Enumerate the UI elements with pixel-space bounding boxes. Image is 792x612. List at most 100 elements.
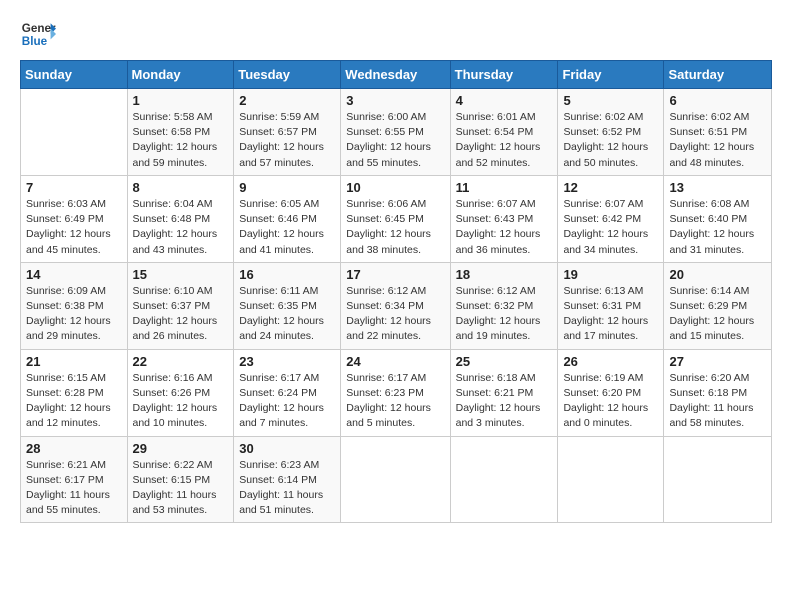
page-header: General Blue: [20, 16, 772, 52]
day-number: 14: [26, 267, 122, 282]
day-number: 19: [563, 267, 658, 282]
day-number: 9: [239, 180, 335, 195]
day-number: 20: [669, 267, 766, 282]
day-header-wednesday: Wednesday: [341, 61, 450, 89]
calendar-cell: 20 Sunrise: 6:14 AMSunset: 6:29 PMDayligh…: [664, 262, 772, 349]
day-info: Sunrise: 5:59 AMSunset: 6:57 PMDaylight:…: [239, 110, 335, 171]
day-number: 27: [669, 354, 766, 369]
calendar-cell: [558, 436, 664, 523]
day-info: Sunrise: 6:02 AMSunset: 6:51 PMDaylight:…: [669, 110, 766, 171]
day-header-sunday: Sunday: [21, 61, 128, 89]
day-number: 18: [456, 267, 553, 282]
calendar-cell: 26 Sunrise: 6:19 AMSunset: 6:20 PMDayligh…: [558, 349, 664, 436]
day-info: Sunrise: 6:16 AMSunset: 6:26 PMDaylight:…: [133, 371, 229, 432]
day-number: 22: [133, 354, 229, 369]
calendar-cell: 3 Sunrise: 6:00 AMSunset: 6:55 PMDaylight…: [341, 89, 450, 176]
day-info: Sunrise: 5:58 AMSunset: 6:58 PMDaylight:…: [133, 110, 229, 171]
calendar-cell: 7 Sunrise: 6:03 AMSunset: 6:49 PMDaylight…: [21, 175, 128, 262]
day-number: 3: [346, 93, 444, 108]
calendar-cell: 25 Sunrise: 6:18 AMSunset: 6:21 PMDayligh…: [450, 349, 558, 436]
calendar-cell: 2Sunrise: 5:59 AMSunset: 6:57 PMDaylight…: [234, 89, 341, 176]
calendar-body: 1 Sunrise: 5:58 AMSunset: 6:58 PMDaylight…: [21, 89, 772, 523]
calendar-week-row: 14 Sunrise: 6:09 AMSunset: 6:38 PMDayligh…: [21, 262, 772, 349]
day-number: 15: [133, 267, 229, 282]
day-header-friday: Friday: [558, 61, 664, 89]
day-header-monday: Monday: [127, 61, 234, 89]
day-info: Sunrise: 6:17 AMSunset: 6:23 PMDaylight:…: [346, 371, 444, 432]
logo: General Blue: [20, 16, 56, 52]
calendar-header-row: SundayMondayTuesdayWednesdayThursdayFrid…: [21, 61, 772, 89]
calendar-cell: 5 Sunrise: 6:02 AMSunset: 6:52 PMDaylight…: [558, 89, 664, 176]
day-number: 10: [346, 180, 444, 195]
day-number: 7: [26, 180, 122, 195]
calendar-cell: 21Sunrise: 6:15 AMSunset: 6:28 PMDayligh…: [21, 349, 128, 436]
day-number: 5: [563, 93, 658, 108]
calendar-cell: 8 Sunrise: 6:04 AMSunset: 6:48 PMDaylight…: [127, 175, 234, 262]
calendar-cell: [450, 436, 558, 523]
day-number: 29: [133, 441, 229, 456]
calendar-cell: 4 Sunrise: 6:01 AMSunset: 6:54 PMDaylight…: [450, 89, 558, 176]
day-info: Sunrise: 6:12 AMSunset: 6:34 PMDaylight:…: [346, 284, 444, 345]
day-info: Sunrise: 6:09 AMSunset: 6:38 PMDaylight:…: [26, 284, 122, 345]
day-info: Sunrise: 6:10 AMSunset: 6:37 PMDaylight:…: [133, 284, 229, 345]
day-number: 1: [133, 93, 229, 108]
calendar-week-row: 7 Sunrise: 6:03 AMSunset: 6:49 PMDaylight…: [21, 175, 772, 262]
calendar-cell: [21, 89, 128, 176]
calendar-cell: 27 Sunrise: 6:20 AMSunset: 6:18 PMDayligh…: [664, 349, 772, 436]
day-info: Sunrise: 6:04 AMSunset: 6:48 PMDaylight:…: [133, 197, 229, 258]
calendar-cell: 12Sunrise: 6:07 AMSunset: 6:42 PMDayligh…: [558, 175, 664, 262]
day-number: 11: [456, 180, 553, 195]
calendar-cell: 17 Sunrise: 6:12 AMSunset: 6:34 PMDayligh…: [341, 262, 450, 349]
calendar-cell: 18 Sunrise: 6:12 AMSunset: 6:32 PMDayligh…: [450, 262, 558, 349]
day-info: Sunrise: 6:17 AMSunset: 6:24 PMDaylight:…: [239, 371, 335, 432]
day-number: 21: [26, 354, 122, 369]
day-info: Sunrise: 6:22 AMSunset: 6:15 PMDaylight:…: [133, 458, 229, 519]
day-info: Sunrise: 6:14 AMSunset: 6:29 PMDaylight:…: [669, 284, 766, 345]
day-info: Sunrise: 6:21 AMSunset: 6:17 PMDaylight:…: [26, 458, 122, 519]
day-info: Sunrise: 6:00 AMSunset: 6:55 PMDaylight:…: [346, 110, 444, 171]
day-info: Sunrise: 6:18 AMSunset: 6:21 PMDaylight:…: [456, 371, 553, 432]
day-info: Sunrise: 6:07 AMSunset: 6:43 PMDaylight:…: [456, 197, 553, 258]
calendar-cell: 15 Sunrise: 6:10 AMSunset: 6:37 PMDayligh…: [127, 262, 234, 349]
day-number: 13: [669, 180, 766, 195]
day-header-tuesday: Tuesday: [234, 61, 341, 89]
day-number: 17: [346, 267, 444, 282]
day-number: 8: [133, 180, 229, 195]
calendar-cell: 16Sunrise: 6:11 AMSunset: 6:35 PMDayligh…: [234, 262, 341, 349]
day-number: 24: [346, 354, 444, 369]
day-info: Sunrise: 6:19 AMSunset: 6:20 PMDaylight:…: [563, 371, 658, 432]
calendar-cell: 28 Sunrise: 6:21 AMSunset: 6:17 PMDayligh…: [21, 436, 128, 523]
day-info: Sunrise: 6:06 AMSunset: 6:45 PMDaylight:…: [346, 197, 444, 258]
calendar-cell: 11 Sunrise: 6:07 AMSunset: 6:43 PMDayligh…: [450, 175, 558, 262]
calendar-table: SundayMondayTuesdayWednesdayThursdayFrid…: [20, 60, 772, 523]
calendar-cell: 30 Sunrise: 6:23 AMSunset: 6:14 PMDayligh…: [234, 436, 341, 523]
day-info: Sunrise: 6:12 AMSunset: 6:32 PMDaylight:…: [456, 284, 553, 345]
calendar-cell: 10 Sunrise: 6:06 AMSunset: 6:45 PMDayligh…: [341, 175, 450, 262]
calendar-week-row: 1 Sunrise: 5:58 AMSunset: 6:58 PMDaylight…: [21, 89, 772, 176]
calendar-cell: 23 Sunrise: 6:17 AMSunset: 6:24 PMDayligh…: [234, 349, 341, 436]
day-number: 26: [563, 354, 658, 369]
day-info: Sunrise: 6:01 AMSunset: 6:54 PMDaylight:…: [456, 110, 553, 171]
calendar-cell: 13 Sunrise: 6:08 AMSunset: 6:40 PMDayligh…: [664, 175, 772, 262]
day-info: Sunrise: 6:08 AMSunset: 6:40 PMDaylight:…: [669, 197, 766, 258]
calendar-cell: 22 Sunrise: 6:16 AMSunset: 6:26 PMDayligh…: [127, 349, 234, 436]
day-number: 30: [239, 441, 335, 456]
day-number: 28: [26, 441, 122, 456]
day-number: 23: [239, 354, 335, 369]
day-info: Sunrise: 6:20 AMSunset: 6:18 PMDaylight:…: [669, 371, 766, 432]
calendar-cell: 19 Sunrise: 6:13 AMSunset: 6:31 PMDayligh…: [558, 262, 664, 349]
svg-text:Blue: Blue: [22, 35, 48, 48]
calendar-cell: 9Sunrise: 6:05 AMSunset: 6:46 PMDaylight…: [234, 175, 341, 262]
day-info: Sunrise: 6:11 AMSunset: 6:35 PMDaylight:…: [239, 284, 335, 345]
calendar-cell: 14 Sunrise: 6:09 AMSunset: 6:38 PMDayligh…: [21, 262, 128, 349]
day-info: Sunrise: 6:02 AMSunset: 6:52 PMDaylight:…: [563, 110, 658, 171]
day-number: 12: [563, 180, 658, 195]
day-info: Sunrise: 6:13 AMSunset: 6:31 PMDaylight:…: [563, 284, 658, 345]
day-number: 25: [456, 354, 553, 369]
calendar-cell: [341, 436, 450, 523]
calendar-cell: 6Sunrise: 6:02 AMSunset: 6:51 PMDaylight…: [664, 89, 772, 176]
day-info: Sunrise: 6:03 AMSunset: 6:49 PMDaylight:…: [26, 197, 122, 258]
day-number: 4: [456, 93, 553, 108]
calendar-cell: 24 Sunrise: 6:17 AMSunset: 6:23 PMDayligh…: [341, 349, 450, 436]
day-info: Sunrise: 6:23 AMSunset: 6:14 PMDaylight:…: [239, 458, 335, 519]
